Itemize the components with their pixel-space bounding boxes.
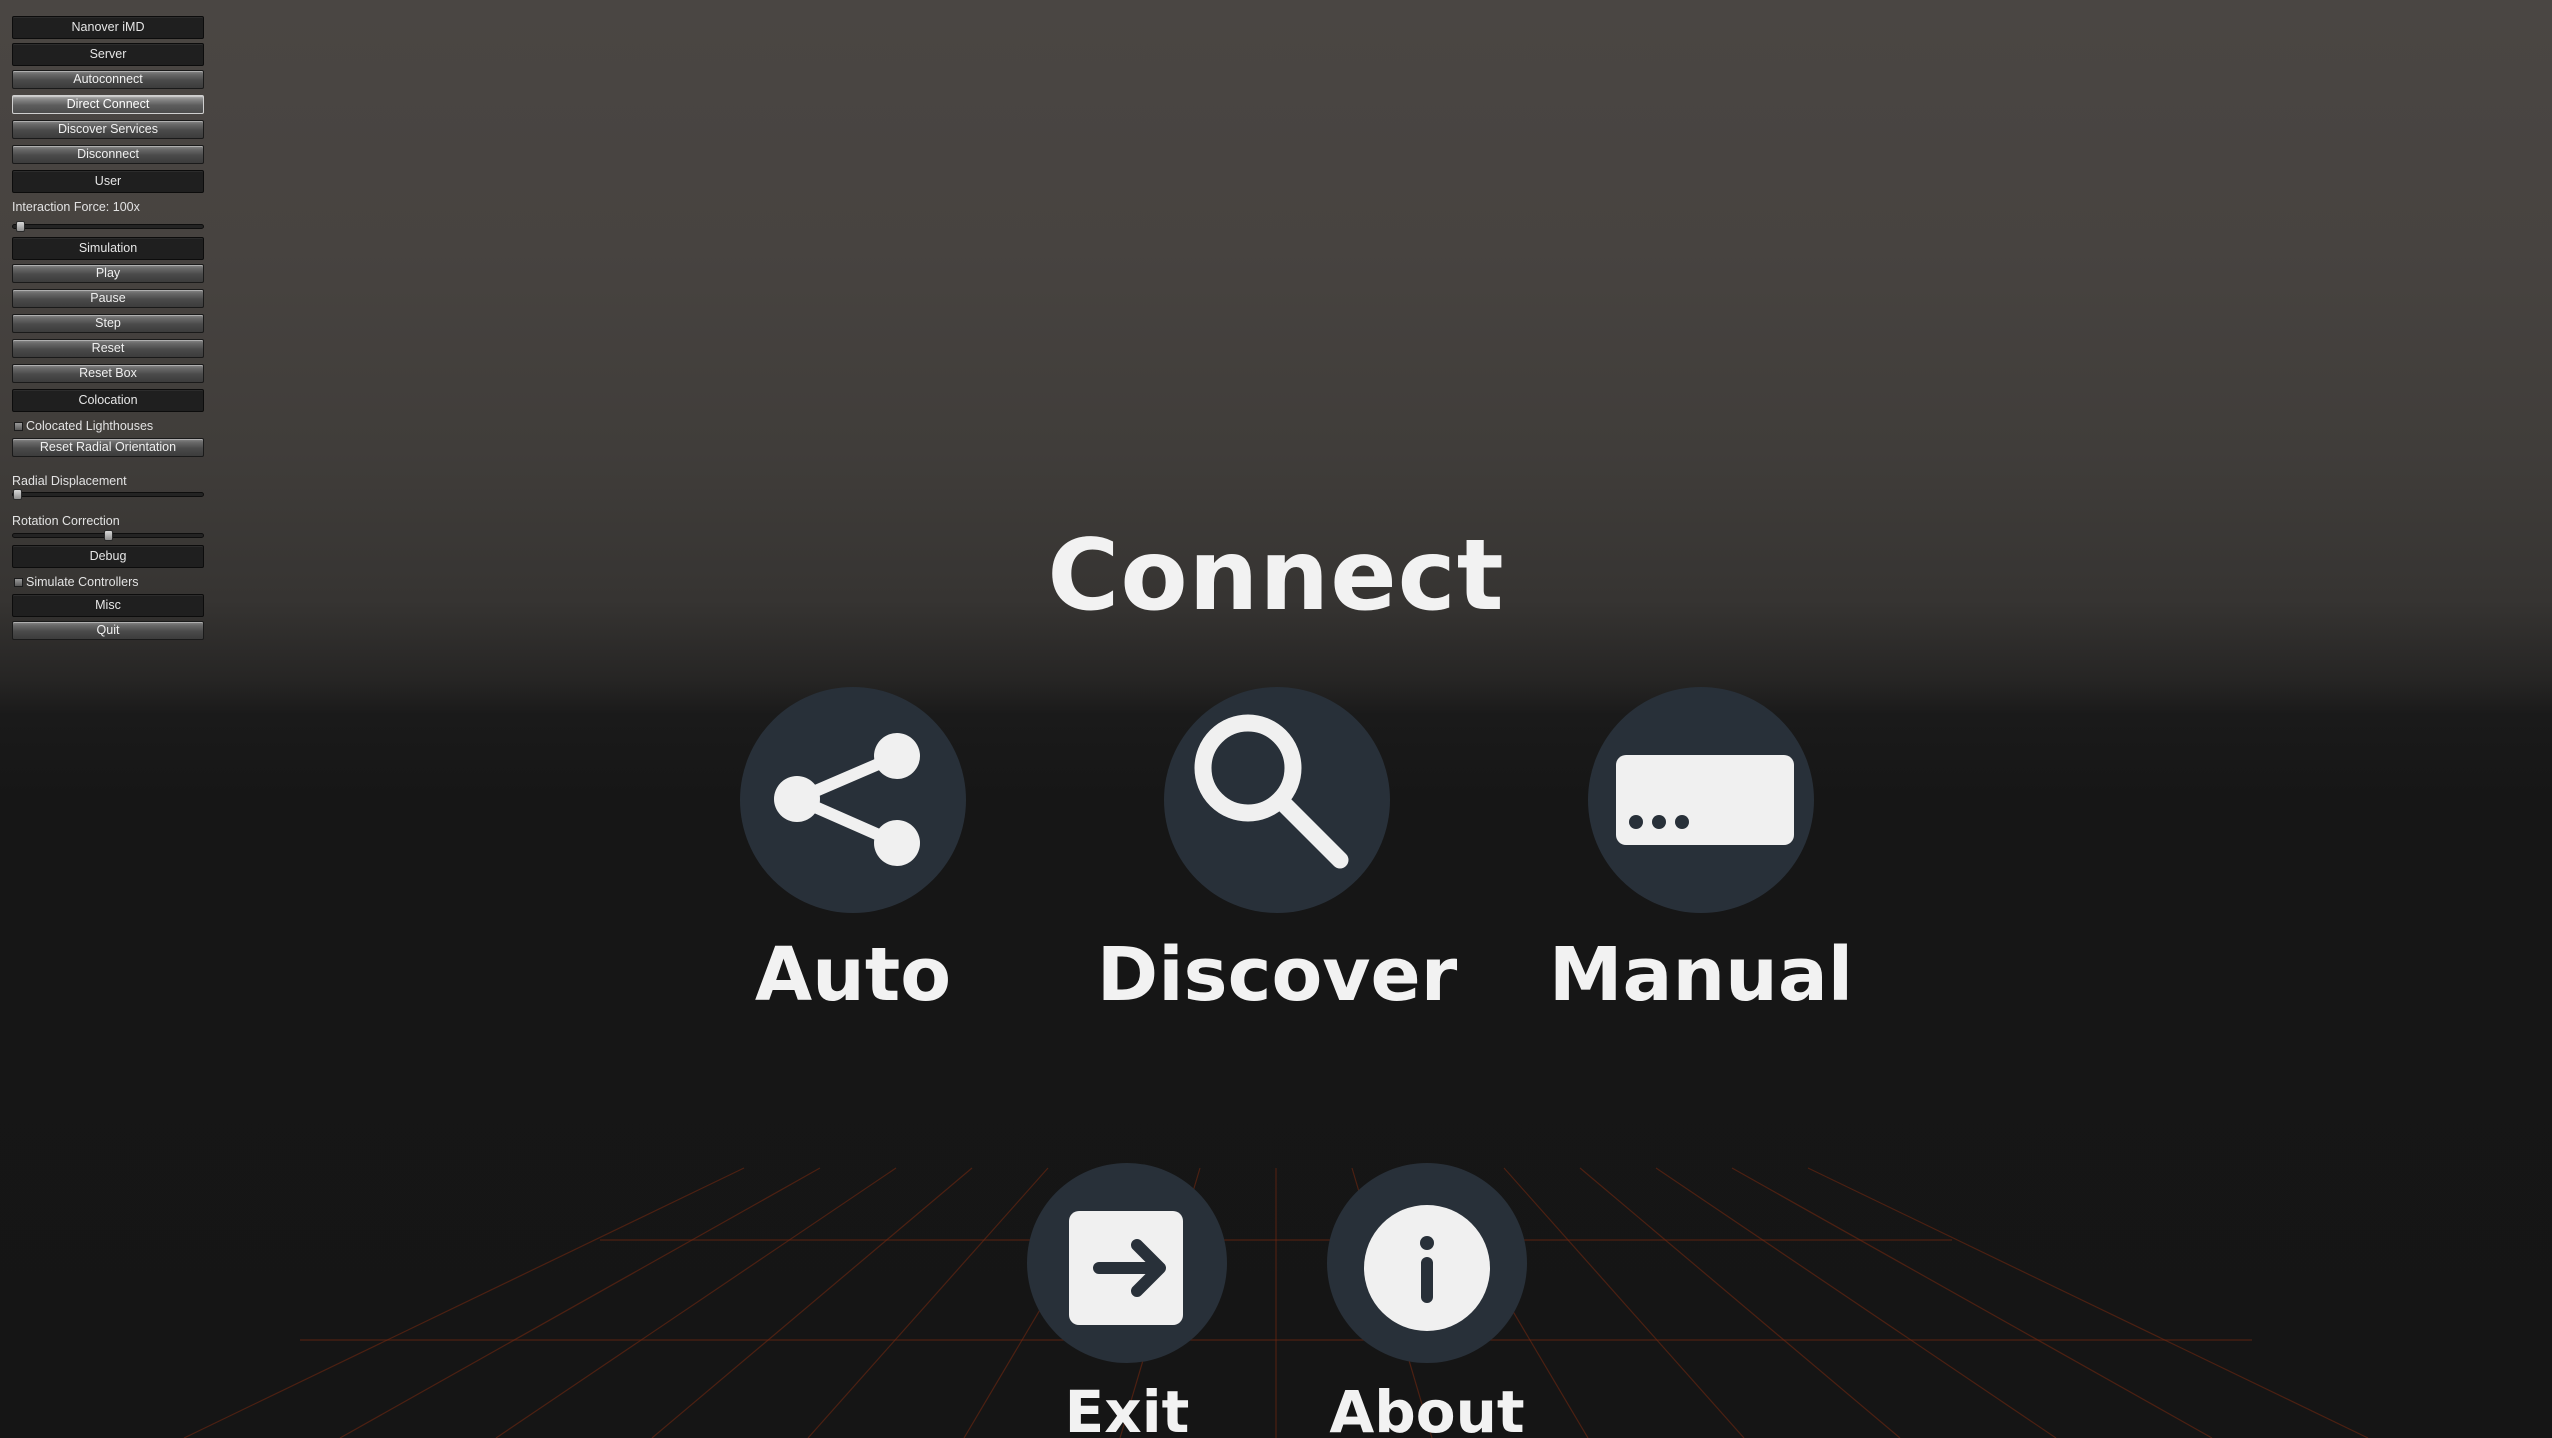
simulation-header: Simulation <box>12 237 204 260</box>
interaction-force-slider[interactable] <box>12 221 204 232</box>
exit-icon <box>1069 1211 1183 1325</box>
radial-displacement-slider-thumb[interactable] <box>13 489 22 500</box>
manual-button[interactable] <box>1588 687 1814 913</box>
share-icon <box>774 733 920 866</box>
info-icon <box>1364 1205 1490 1331</box>
interaction-force-slider-thumb[interactable] <box>16 221 25 232</box>
colocated-lighthouses-toggle[interactable]: Colocated Lighthouses <box>14 419 153 433</box>
auto-label: Auto <box>754 932 952 1018</box>
discover-button[interactable] <box>1164 687 1390 913</box>
about-label: About <box>1329 1378 1525 1438</box>
discover-services-button[interactable]: Discover Services <box>12 120 204 139</box>
vr-scene-background: Nanover iMD Server Autoconnect Direct Co… <box>0 0 2552 1438</box>
colocated-lighthouses-label: Colocated Lighthouses <box>26 419 154 433</box>
rotation-correction-slider-thumb[interactable] <box>104 530 113 541</box>
user-header: User <box>12 170 204 193</box>
play-button[interactable]: Play <box>12 264 204 283</box>
auto-button[interactable] <box>740 687 966 913</box>
quit-button[interactable]: Quit <box>12 621 204 640</box>
server-header: Server <box>12 43 204 66</box>
search-icon <box>1194 714 1349 869</box>
menu-title: Connect <box>1047 519 1505 633</box>
misc-header: Misc <box>12 594 204 617</box>
rotation-correction-slider[interactable] <box>12 530 204 541</box>
about-button[interactable] <box>1327 1163 1527 1363</box>
pause-button[interactable]: Pause <box>12 289 204 308</box>
checkbox-icon[interactable] <box>14 577 23 587</box>
step-button[interactable]: Step <box>12 314 204 333</box>
reset-button[interactable]: Reset <box>12 339 204 358</box>
debug-header: Debug <box>12 545 204 568</box>
disconnect-button[interactable]: Disconnect <box>12 145 204 164</box>
keyboard-input-icon <box>1616 755 1794 845</box>
reset-radial-orientation-button[interactable]: Reset Radial Orientation <box>12 438 204 457</box>
panel-title: Nanover iMD <box>12 16 204 39</box>
checkbox-icon[interactable] <box>14 421 23 431</box>
exit-label: Exit <box>1064 1378 1190 1438</box>
autoconnect-button[interactable]: Autoconnect <box>12 70 204 89</box>
direct-connect-button[interactable]: Direct Connect <box>12 95 204 114</box>
manual-label: Manual <box>1548 932 1854 1018</box>
simulate-controllers-toggle[interactable]: Simulate Controllers <box>14 575 139 589</box>
reset-box-button[interactable]: Reset Box <box>12 364 204 383</box>
radial-displacement-slider[interactable] <box>12 489 204 500</box>
rotation-correction-label: Rotation Correction <box>12 514 120 528</box>
simulate-controllers-label: Simulate Controllers <box>26 575 139 589</box>
exit-button[interactable] <box>1027 1163 1227 1363</box>
radial-displacement-label: Radial Displacement <box>12 474 127 488</box>
interaction-force-label: Interaction Force: 100x <box>12 200 140 214</box>
colocation-header: Colocation <box>12 389 204 412</box>
discover-label: Discover <box>1096 932 1458 1018</box>
